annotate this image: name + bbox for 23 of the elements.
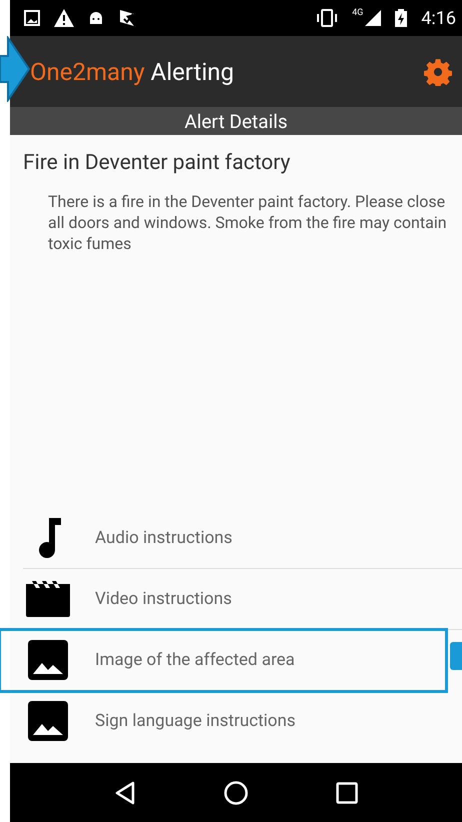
pointer-arrow-icon bbox=[0, 36, 30, 102]
signal-icon bbox=[365, 10, 382, 26]
alert-title: Fire in Deventer paint factory bbox=[23, 151, 292, 175]
clock: 4:16 bbox=[421, 8, 456, 28]
alert-message: There is a fire in the Deventer paint factory. Please close all doors and windows. Smoke from the fire may contain toxic fumes bbox=[48, 191, 448, 254]
warning-icon bbox=[54, 9, 74, 27]
back-icon[interactable] bbox=[114, 780, 136, 804]
image-icon bbox=[28, 640, 68, 680]
attachment-item[interactable]: Image of the affected area bbox=[0, 630, 446, 691]
attachment-item[interactable]: Sign language instructions bbox=[23, 691, 462, 751]
image-icon bbox=[28, 701, 68, 741]
attachment-item[interactable]: Video instructions bbox=[23, 569, 462, 630]
attachment-item[interactable]: Audio instructions bbox=[23, 508, 462, 569]
network-type: 4G bbox=[352, 8, 364, 18]
app-title: One2many Alerting bbox=[30, 58, 236, 86]
clapperboard-icon bbox=[26, 581, 70, 617]
image-icon bbox=[24, 10, 40, 26]
vibrate-icon bbox=[316, 9, 338, 27]
home-icon[interactable] bbox=[224, 780, 248, 804]
battery-icon bbox=[395, 9, 408, 27]
section-header: Alert Details bbox=[10, 107, 462, 135]
settings-icon[interactable] bbox=[424, 58, 452, 86]
recents-icon[interactable] bbox=[336, 782, 358, 804]
